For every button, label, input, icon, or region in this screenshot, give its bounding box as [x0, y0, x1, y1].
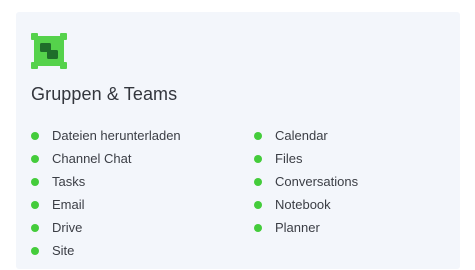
list-item-label: Email: [52, 197, 85, 212]
bullet-dot-icon: [254, 154, 262, 163]
bullet-dot-icon: [254, 131, 262, 140]
bullet-dot-icon: [254, 200, 262, 209]
list-item: Channel Chat: [31, 147, 181, 170]
groups-teams-card: Gruppen & Teams Dateien herunterladen Ch…: [16, 12, 460, 269]
list-item: Email: [31, 193, 181, 216]
bullet-dot-icon: [254, 223, 262, 232]
bullet-dot-icon: [254, 177, 262, 186]
list-item: Calendar: [254, 124, 358, 147]
list-item-label: Conversations: [275, 174, 359, 189]
list-item-label: Planner: [275, 220, 320, 235]
list-item: Dateien herunterladen: [31, 124, 181, 147]
list-item: Conversations: [254, 170, 358, 193]
list-item-label: Calendar: [275, 128, 328, 143]
list-item-label: Tasks: [52, 174, 86, 189]
list-item-label: Files: [275, 151, 303, 166]
list-item-label: Notebook: [275, 197, 331, 212]
list-item-label: Channel Chat: [52, 151, 132, 166]
list-item-label: Dateien herunterladen: [52, 128, 181, 143]
bullet-dot-icon: [31, 246, 39, 255]
bullet-dot-icon: [31, 131, 39, 140]
feature-list-right: Calendar Files Conversations Notebook Pl…: [254, 124, 358, 239]
bullet-dot-icon: [31, 200, 39, 209]
list-item: Site: [31, 239, 181, 262]
group-icon: [31, 33, 67, 69]
bullet-dot-icon: [31, 177, 39, 186]
list-item: Drive: [31, 216, 181, 239]
card-title: Gruppen & Teams: [31, 84, 178, 104]
list-item-label: Site: [52, 243, 75, 258]
list-item: Notebook: [254, 193, 358, 216]
list-item: Tasks: [31, 170, 181, 193]
feature-list-left: Dateien herunterladen Channel Chat Tasks…: [31, 124, 181, 262]
list-item: Planner: [254, 216, 358, 239]
bullet-dot-icon: [31, 154, 39, 163]
bullet-dot-icon: [31, 223, 39, 232]
list-item: Files: [254, 147, 358, 170]
list-item-label: Drive: [52, 220, 83, 235]
